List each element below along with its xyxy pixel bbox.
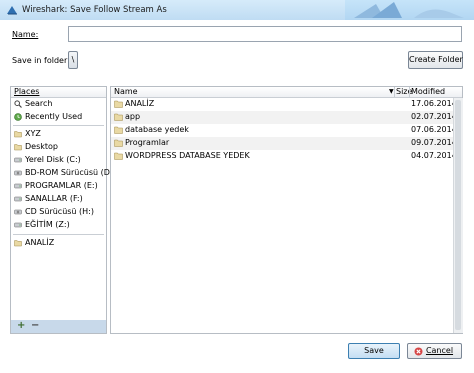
file-name: Programlar bbox=[125, 138, 170, 147]
file-row[interactable]: WORDPRESS DATABASE YEDEK 04.07.2014 bbox=[111, 150, 457, 163]
title-bar[interactable]: Wireshark: Save Follow Stream As bbox=[0, 0, 474, 20]
file-modified: 02.07.2014 bbox=[411, 112, 457, 121]
remove-place-button[interactable]: − bbox=[31, 320, 39, 331]
folder-path-button[interactable]: \ bbox=[68, 51, 78, 69]
save-dialog-window: Wireshark: Save Follow Stream As Name: S… bbox=[0, 0, 474, 373]
cancel-button-label: Cancel bbox=[425, 346, 454, 355]
cancel-button[interactable]: Cancel bbox=[407, 343, 462, 359]
drive-icon bbox=[14, 196, 22, 202]
file-modified: 07.06.2014 bbox=[411, 125, 457, 134]
place-item-drive-d[interactable]: BD-ROM Sürücüsü (D:) bbox=[11, 167, 116, 180]
place-item-search[interactable]: Search bbox=[11, 98, 106, 111]
file-row[interactable]: ANALİZ 17.06.2014 bbox=[111, 98, 457, 111]
scrollbar-thumb[interactable] bbox=[455, 100, 461, 330]
file-modified: 04.07.2014 bbox=[411, 151, 457, 160]
recent-icon bbox=[14, 113, 22, 121]
save-in-folder-label: Save in folder: bbox=[12, 56, 70, 65]
column-header-name[interactable]: Name bbox=[114, 87, 138, 96]
file-name: app bbox=[125, 112, 141, 121]
place-item-analiz[interactable]: ANALİZ bbox=[11, 237, 106, 250]
drive-icon bbox=[14, 183, 22, 189]
files-panel: Name ▼ Size Modified ANALİZ 17.06.2014 a… bbox=[110, 86, 463, 334]
folder-icon bbox=[114, 126, 123, 134]
files-header: Name ▼ Size Modified bbox=[111, 87, 462, 98]
files-scrollbar[interactable] bbox=[453, 98, 463, 333]
folder-icon bbox=[114, 139, 123, 147]
place-item-desktop[interactable]: Desktop bbox=[11, 141, 106, 154]
sort-descending-icon: ▼ bbox=[389, 88, 394, 95]
places-separator bbox=[13, 125, 104, 126]
drive-icon bbox=[14, 157, 22, 163]
folder-icon bbox=[114, 100, 123, 108]
file-row[interactable]: Programlar 09.07.2014 bbox=[111, 137, 457, 150]
file-name: database yedek bbox=[125, 125, 189, 134]
name-label: Name: bbox=[12, 30, 39, 39]
folder-icon bbox=[114, 113, 123, 121]
save-button-label: Save bbox=[364, 346, 384, 355]
add-place-button[interactable]: + bbox=[17, 320, 25, 331]
file-modified: 17.06.2014 bbox=[411, 99, 457, 108]
column-header-modified[interactable]: Modified bbox=[411, 87, 445, 96]
places-header[interactable]: Places bbox=[11, 87, 106, 98]
desktop-icon bbox=[14, 144, 22, 151]
shark-fin-decoration bbox=[354, 2, 464, 18]
create-folder-button[interactable]: Create Folder bbox=[408, 51, 463, 69]
folder-icon bbox=[14, 240, 22, 247]
place-item-drive-h[interactable]: CD Sürücüsü (H:) bbox=[11, 206, 106, 219]
place-item-drive-f[interactable]: SANALLAR (F:) bbox=[11, 193, 106, 206]
search-icon bbox=[14, 100, 22, 108]
places-header-label: Places bbox=[14, 87, 40, 96]
places-panel: Places Search Recently Used XYZ Desktop … bbox=[10, 86, 116, 334]
folder-icon bbox=[114, 152, 123, 160]
save-button[interactable]: Save bbox=[348, 343, 400, 359]
wireshark-app-icon bbox=[7, 6, 17, 15]
optical-drive-icon bbox=[14, 209, 22, 215]
place-item-recently-used[interactable]: Recently Used bbox=[11, 111, 106, 124]
folder-icon bbox=[14, 131, 22, 138]
places-footer: + − bbox=[11, 320, 106, 333]
place-item-drive-z[interactable]: EĞİTİM (Z:) bbox=[11, 219, 106, 232]
file-row[interactable]: app 02.07.2014 bbox=[111, 111, 457, 124]
place-item-xyz[interactable]: XYZ bbox=[11, 128, 106, 141]
file-modified: 09.07.2014 bbox=[411, 138, 457, 147]
file-name: ANALİZ bbox=[125, 99, 155, 108]
optical-drive-icon bbox=[14, 170, 22, 176]
file-name: WORDPRESS DATABASE YEDEK bbox=[125, 151, 250, 160]
file-row[interactable]: database yedek 07.06.2014 bbox=[111, 124, 457, 137]
drive-icon bbox=[14, 222, 22, 228]
place-item-drive-e[interactable]: PROGRAMLAR (E:) bbox=[11, 180, 106, 193]
places-separator bbox=[13, 234, 104, 235]
window-title: Wireshark: Save Follow Stream As bbox=[22, 5, 167, 15]
name-input[interactable] bbox=[68, 26, 462, 42]
place-item-drive-c[interactable]: Yerel Disk (C:) bbox=[11, 154, 106, 167]
